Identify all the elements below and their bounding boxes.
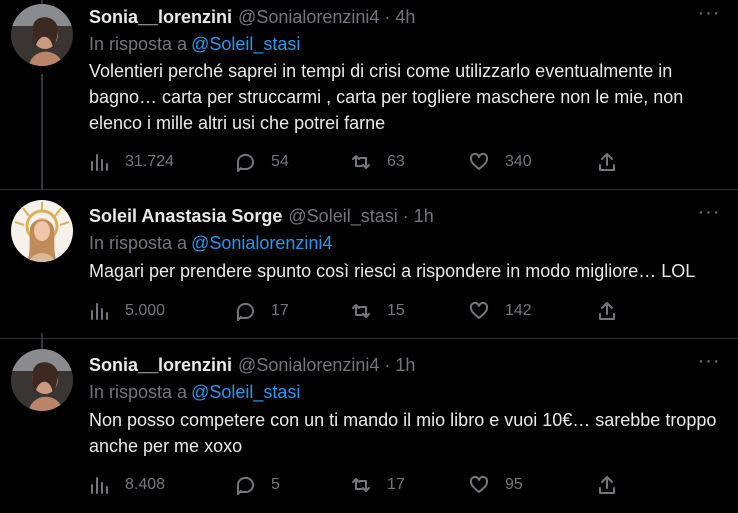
timestamp[interactable]: 1h	[414, 206, 434, 227]
reply-button[interactable]: 5	[235, 472, 280, 498]
reply-to-link[interactable]: @Soleil_stasi	[191, 382, 300, 402]
reply-button[interactable]: 54	[235, 149, 289, 175]
share-icon	[599, 476, 615, 494]
reply-context: In risposta a @Soleil_stasi	[89, 34, 300, 56]
heart-icon	[469, 301, 489, 319]
reply-context: In risposta a @Soleil_stasi	[89, 382, 300, 404]
reply-prefix: In risposta a	[89, 233, 188, 253]
likes-count: 142	[505, 302, 532, 319]
timestamp[interactable]: 1h	[395, 355, 415, 376]
author-name[interactable]: Sonia__lorenzini	[89, 355, 232, 376]
like-button[interactable]: 95	[469, 472, 523, 498]
reply-button[interactable]: 17	[235, 298, 289, 324]
analytics-icon	[91, 477, 108, 494]
retweet-icon	[352, 155, 370, 169]
replies-count: 54	[271, 153, 289, 170]
reply-prefix: In risposta a	[89, 34, 188, 54]
views-button[interactable]: 5.000	[89, 298, 165, 324]
heart-icon	[469, 475, 489, 493]
separator-dot: ·	[402, 205, 409, 226]
reply-icon	[237, 477, 254, 495]
timestamp[interactable]: 4h	[395, 7, 415, 28]
like-button[interactable]: 142	[469, 298, 532, 324]
analytics-icon	[91, 303, 108, 320]
more-options-button[interactable]: ···	[697, 201, 721, 227]
share-button[interactable]	[597, 472, 633, 498]
views-count: 5.000	[125, 302, 166, 319]
more-options-button[interactable]: ···	[697, 2, 721, 28]
author-name[interactable]: Sonia__lorenzini	[89, 7, 232, 28]
retweets-count: 15	[387, 302, 405, 319]
retweet-button[interactable]: 63	[351, 149, 405, 175]
views-count: 31.724	[125, 153, 174, 170]
tweet-text: Magari per prendere spunto così riesci a…	[89, 261, 696, 281]
tweet-text: Non posso competere con un ti mando il m…	[89, 410, 717, 456]
views-count: 8.408	[125, 476, 166, 493]
views-button[interactable]: 31.724	[89, 149, 174, 175]
author-handle[interactable]: @Sonialorenzini4	[238, 355, 379, 376]
analytics-icon	[91, 154, 108, 171]
replies-count: 17	[271, 302, 289, 319]
retweet-button[interactable]: 15	[351, 298, 405, 324]
reply-to-link[interactable]: @Sonialorenzini4	[191, 233, 332, 253]
likes-count: 340	[505, 153, 532, 170]
separator-dot: ·	[384, 6, 391, 27]
author-handle[interactable]: @Soleil_stasi	[288, 206, 397, 227]
more-icon: ···	[697, 350, 721, 372]
more-options-button[interactable]: ···	[697, 350, 721, 376]
retweet-button[interactable]: 17	[351, 472, 405, 498]
action-bar: 31.724 54 63 340	[89, 149, 649, 175]
share-icon	[599, 153, 615, 171]
avatar[interactable]	[11, 349, 73, 411]
retweets-count: 63	[387, 153, 405, 170]
likes-count: 95	[505, 476, 523, 493]
replies-count: 5	[271, 476, 280, 493]
more-icon: ···	[697, 2, 721, 24]
share-button[interactable]	[597, 149, 633, 175]
reply-prefix: In risposta a	[89, 382, 188, 402]
retweets-count: 17	[387, 476, 405, 493]
avatar[interactable]	[11, 4, 73, 66]
retweet-icon	[352, 478, 370, 492]
views-button[interactable]: 8.408	[89, 472, 165, 498]
like-button[interactable]: 340	[469, 149, 532, 175]
action-bar: 8.408 5 17 95	[89, 472, 649, 498]
reply-to-link[interactable]: @Soleil_stasi	[191, 34, 300, 54]
share-icon	[599, 302, 615, 320]
tweet[interactable]: Sonia__lorenzini @Sonialorenzini4 · 1h ·…	[0, 339, 738, 513]
share-button[interactable]	[597, 298, 633, 324]
heart-icon	[469, 152, 489, 170]
avatar[interactable]	[11, 200, 73, 262]
tweet[interactable]: Soleil Anastasia Sorge @Soleil_stasi · 1…	[0, 190, 738, 339]
reply-icon	[237, 154, 254, 172]
action-bar: 5.000 17 15 142	[89, 298, 649, 324]
separator-dot: ·	[384, 354, 391, 375]
author-handle[interactable]: @Sonialorenzini4	[238, 7, 379, 28]
reply-icon	[237, 303, 254, 321]
reply-context: In risposta a @Sonialorenzini4	[89, 233, 332, 255]
more-icon: ···	[697, 201, 721, 223]
tweet-text: Volentieri perché saprei in tempi di cri…	[89, 61, 684, 133]
author-name[interactable]: Soleil Anastasia Sorge	[89, 206, 282, 227]
retweet-icon	[352, 304, 370, 318]
tweet[interactable]: Sonia__lorenzini @Sonialorenzini4 · 4h ·…	[0, 0, 738, 190]
